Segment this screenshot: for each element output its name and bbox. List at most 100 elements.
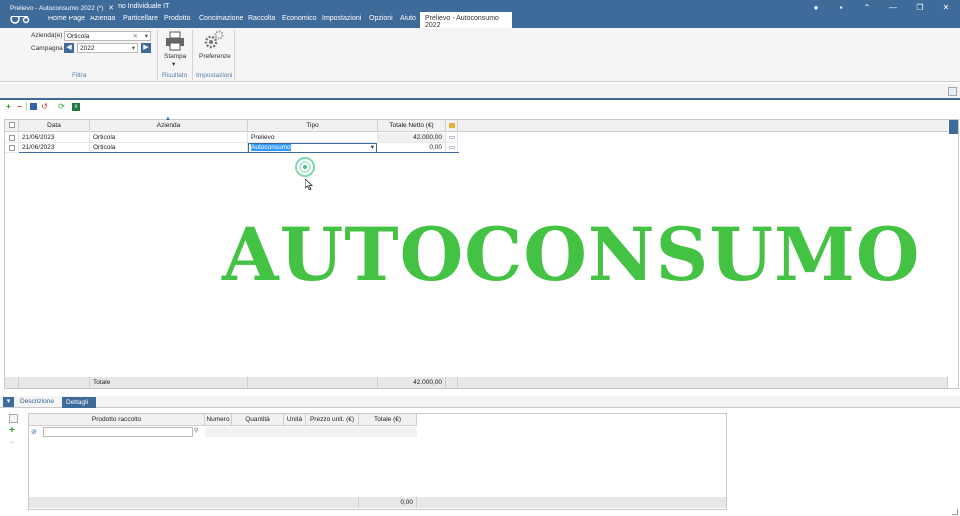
- footer-cell: [446, 377, 458, 388]
- chevron-down-icon[interactable]: ▾: [132, 44, 135, 53]
- minimize-icon[interactable]: —: [886, 3, 900, 12]
- column-chooser-button[interactable]: [949, 120, 958, 134]
- printer-icon[interactable]: [165, 31, 185, 51]
- next-year-button[interactable]: ▶: [141, 43, 151, 53]
- ribbon-separator: [234, 30, 235, 80]
- row-checkbox[interactable]: [8, 145, 15, 151]
- column-header-quantita[interactable]: Quantità: [232, 414, 284, 426]
- menu-raccolta[interactable]: Raccolta: [248, 15, 275, 22]
- undo-icon[interactable]: ↺: [40, 102, 49, 111]
- remove-detail-icon[interactable]: −: [9, 437, 14, 447]
- tipo-selected-value: Autoconsumo: [251, 144, 291, 151]
- restore-icon[interactable]: ❐: [913, 3, 927, 12]
- overlay-caption: AUTOCONSUMO: [222, 212, 921, 298]
- clear-icon[interactable]: ✕: [133, 32, 138, 41]
- add-detail-icon[interactable]: +: [9, 425, 15, 436]
- new-row-cells[interactable]: [205, 427, 417, 437]
- refresh-icon[interactable]: ⟳: [57, 102, 66, 111]
- mouse-cursor-icon: [305, 179, 313, 190]
- document-tab[interactable]: Prelievo - Autoconsumo 2022 (*) ✕: [5, 2, 118, 16]
- select-all-header[interactable]: [5, 120, 19, 132]
- ribbon-separator: [157, 30, 158, 80]
- excel-export-icon[interactable]: x: [72, 103, 80, 111]
- tab-dettagli[interactable]: Dettagli: [62, 397, 96, 408]
- details-footer-filler: [417, 497, 726, 508]
- chevron-down-icon[interactable]: ▾: [371, 144, 374, 152]
- document-tab-label: Prelievo - Autoconsumo 2022 (*): [10, 5, 104, 12]
- add-icon[interactable]: +: [4, 102, 13, 111]
- footer-cell: [248, 377, 378, 388]
- menu-opzioni[interactable]: Opzioni: [369, 15, 393, 22]
- row-select-cell[interactable]: [5, 143, 19, 153]
- menu-prodotto[interactable]: Prodotto: [164, 15, 190, 22]
- azienda-combo[interactable]: Orticola ✕ ▾: [64, 31, 151, 41]
- azienda-value: Orticola: [67, 33, 90, 40]
- column-header-unita[interactable]: Unità: [284, 414, 306, 426]
- close-icon[interactable]: ✕: [939, 3, 953, 12]
- menu-economico[interactable]: Economico: [282, 15, 317, 22]
- search-icon[interactable]: ⚲: [194, 427, 198, 434]
- save-icon[interactable]: [30, 103, 37, 110]
- stampa-dropdown-icon[interactable]: ▾: [172, 60, 175, 68]
- details-footer-total: 0,00: [359, 497, 417, 508]
- table-row-totale[interactable]: 42.000,00: [378, 133, 446, 143]
- menu-particellare[interactable]: Particellare: [123, 15, 158, 22]
- column-header-azienda[interactable]: Azienda ▲: [90, 116, 248, 132]
- row-select-cell[interactable]: [5, 133, 19, 143]
- column-header-totale[interactable]: Totale (€): [359, 414, 417, 426]
- column-header-data[interactable]: Data: [19, 120, 90, 132]
- collapse-ribbon-icon[interactable]: ⌃: [860, 3, 874, 12]
- filtra-group-label: Filtra: [72, 72, 87, 79]
- select-all-checkbox[interactable]: [8, 122, 15, 128]
- campagna-combo[interactable]: 2022 ▾: [77, 43, 138, 53]
- column-header-tipo[interactable]: Tipo: [248, 120, 378, 132]
- collapse-panel-icon[interactable]: ▾: [3, 397, 14, 407]
- panel-layout-icon[interactable]: [948, 87, 957, 96]
- risultato-group-label: Risultato: [162, 72, 188, 79]
- column-header-numero[interactable]: Numero: [205, 414, 232, 426]
- row-checkbox[interactable]: [8, 135, 15, 141]
- column-header-notes[interactable]: [446, 120, 458, 132]
- menu-concimazione[interactable]: Concimazione: [199, 15, 243, 22]
- details-footer: [29, 497, 359, 508]
- stampa-button[interactable]: Stampa: [164, 53, 186, 60]
- click-indicator-icon: [295, 157, 315, 177]
- footer-filler: [458, 377, 948, 388]
- row-focus-underline: [19, 152, 459, 153]
- help-icon[interactable]: ●: [809, 3, 823, 12]
- azienda-label: Azienda(e): [31, 32, 63, 39]
- prodotto-input[interactable]: [43, 427, 193, 437]
- table-row-date[interactable]: 21/06/2023: [19, 133, 90, 143]
- table-row-tipo[interactable]: Prelievo: [248, 133, 378, 143]
- menu-aiuto[interactable]: Aiuto: [400, 15, 416, 22]
- calculator-icon[interactable]: ▪: [834, 3, 848, 12]
- campagna-label: Campagna: [31, 45, 63, 52]
- menu-active-label: Prelievo - Autoconsumo 2022: [425, 15, 499, 29]
- column-header-totale[interactable]: Totale Netto (€): [378, 120, 446, 132]
- footer-total-label: Totale: [90, 377, 248, 388]
- menu-impostazioni[interactable]: Impostazioni: [322, 15, 361, 22]
- column-header-prezzo[interactable]: Prezzo unit. (€): [306, 414, 359, 426]
- menu-active-tab[interactable]: Prelievo - Autoconsumo 2022: [420, 12, 512, 29]
- preferenze-button[interactable]: Preferenze: [199, 53, 231, 60]
- close-tab-icon[interactable]: ✕: [108, 4, 114, 12]
- table-row-azienda[interactable]: Orticola: [90, 133, 248, 143]
- chevron-down-icon[interactable]: ▾: [145, 32, 148, 41]
- notes-column-icon: [448, 123, 455, 128]
- previous-year-button[interactable]: ◀: [64, 43, 74, 53]
- menu-home-page[interactable]: Home Page: [48, 15, 85, 22]
- tab-descrizione[interactable]: Descrizione: [20, 398, 54, 405]
- footer-cell: [5, 377, 19, 388]
- lower-tab-strip: [0, 396, 960, 408]
- new-row-icon: ⊘: [31, 429, 37, 436]
- sort-asc-icon: ▲: [165, 116, 171, 122]
- gears-icon[interactable]: [203, 30, 225, 50]
- impostazioni-group-label: Impostazioni: [196, 72, 233, 79]
- campagna-value: 2022: [80, 45, 95, 52]
- remove-icon[interactable]: −: [15, 102, 24, 111]
- resize-grip-icon[interactable]: [952, 509, 958, 515]
- comment-icon[interactable]: ▭: [446, 133, 458, 143]
- details-menu-icon[interactable]: [9, 414, 18, 423]
- column-header-prodotto[interactable]: Prodotto raccolto: [29, 414, 205, 426]
- menu-azienda[interactable]: Azienda: [90, 15, 115, 22]
